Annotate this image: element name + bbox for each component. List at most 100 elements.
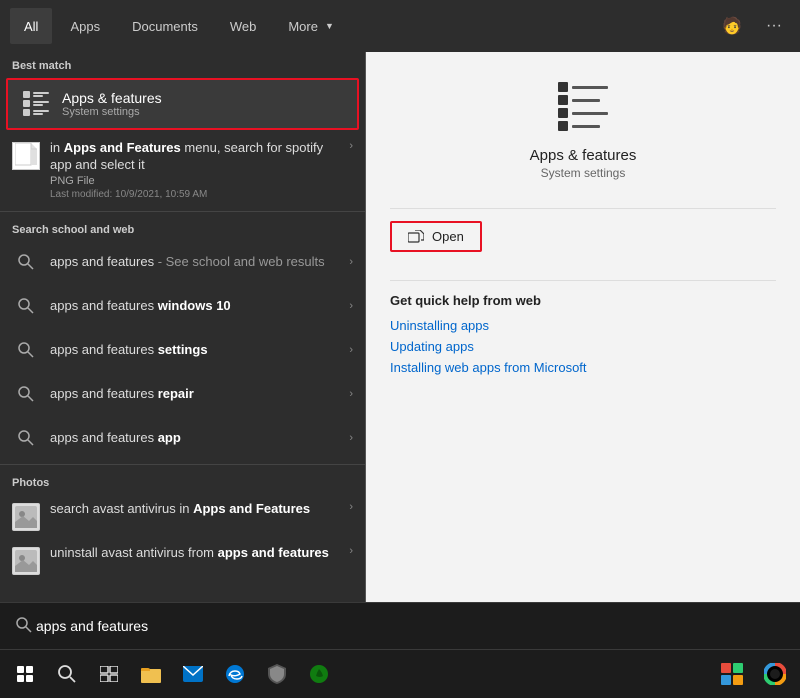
chevron-right-icon: › [349, 140, 353, 152]
best-match-item[interactable]: Apps & features System settings [6, 78, 359, 130]
best-match-label: Best match [0, 52, 365, 76]
file-result-text: in Apps and Features menu, search for sp… [50, 140, 345, 201]
file-type-label: PNG File [50, 174, 345, 188]
app-icon-preview [558, 82, 608, 131]
photos-result-1[interactable]: search avast antivirus in Apps and Featu… [0, 493, 365, 537]
main-content: Best match Apps [0, 52, 800, 602]
search-input[interactable] [36, 618, 326, 634]
app-preview-icon-area [390, 82, 776, 135]
icon-row-2 [558, 95, 608, 105]
photos-icon-1 [12, 503, 40, 531]
chevron-right-icon-7: › [349, 545, 353, 557]
win-sq-3 [17, 675, 24, 682]
quick-help-link-3[interactable]: Installing web apps from Microsoft [390, 360, 776, 375]
icon-sq-1 [558, 82, 568, 92]
search-result-2[interactable]: apps and features windows 10 › [0, 284, 365, 328]
search-result-icon-2 [12, 292, 40, 320]
open-label: Open [432, 229, 464, 244]
file-explorer-icon [141, 665, 161, 683]
icon-row-1 [558, 82, 608, 92]
photos-label: Photos [0, 469, 365, 493]
tabs-right-icons: 🧑 ··· [714, 12, 790, 40]
search-result-text-1: apps and features - See school and web r… [50, 254, 345, 271]
edge-icon [225, 664, 245, 684]
taskbar-row [0, 650, 800, 698]
right-panel-app-title: Apps & features [390, 147, 776, 164]
ellipsis-icon[interactable]: ··· [758, 13, 790, 39]
win-sq-2 [26, 666, 33, 673]
search-result-text-4: apps and features repair [50, 386, 345, 403]
win-sq-4 [26, 675, 33, 682]
taskbar-xbox[interactable] [298, 654, 340, 694]
search-result-1[interactable]: apps and features - See school and web r… [0, 240, 365, 284]
search-result-text-2: apps and features windows 10 [50, 298, 345, 315]
tab-all[interactable]: All [10, 8, 52, 44]
right-divider-2 [390, 280, 776, 281]
icon-sq-2 [558, 95, 568, 105]
task-view-icon [100, 666, 118, 682]
win-sq-1 [17, 666, 24, 673]
search-result-icon-4 [12, 380, 40, 408]
icon-line-4 [572, 125, 600, 128]
taskbar-antivirus[interactable] [256, 654, 298, 694]
photos-icon-2 [12, 547, 40, 575]
user-icon[interactable]: 🧑 [714, 12, 750, 40]
taskbar-search[interactable] [46, 654, 88, 694]
taskbar-search-icon [58, 665, 76, 683]
taskbar-color-app[interactable] [711, 654, 753, 694]
windows-start-button[interactable] [4, 654, 46, 694]
icon-line-2 [572, 99, 600, 102]
chevron-right-icon-1: › [349, 256, 353, 268]
right-panel: Apps & features System settings Open Get… [365, 52, 800, 602]
search-result-5[interactable]: apps and features app › [0, 416, 365, 460]
start-menu: All Apps Documents Web More ▼ 🧑 ··· Best… [0, 0, 800, 698]
tab-apps[interactable]: Apps [56, 8, 114, 44]
icon-row-4 [558, 121, 608, 131]
file-date: Last modified: 10/9/2021, 10:59 AM [50, 188, 345, 201]
divider-1 [0, 211, 365, 212]
search-result-3[interactable]: apps and features settings › [0, 328, 365, 372]
search-result-icon-1 [12, 248, 40, 276]
bottom-area [0, 602, 800, 698]
open-button[interactable]: Open [390, 221, 482, 252]
chevron-right-icon-2: › [349, 300, 353, 312]
png-file-icon [12, 142, 40, 170]
tab-web[interactable]: Web [216, 8, 271, 44]
color-squares-icon [721, 663, 743, 685]
apps-features-icon [20, 88, 52, 120]
search-bar-icon [12, 613, 36, 640]
best-match-text: Apps & features System settings [62, 90, 162, 118]
best-match-subtitle: System settings [62, 106, 162, 118]
search-result-4[interactable]: apps and features repair › [0, 372, 365, 416]
taskbar-right-icons [711, 654, 796, 694]
taskbar-edge[interactable] [214, 654, 256, 694]
search-result-icon-5 [12, 424, 40, 452]
chevron-right-icon-6: › [349, 501, 353, 513]
chevron-right-icon-4: › [349, 388, 353, 400]
quick-help-link-2[interactable]: Updating apps [390, 339, 776, 354]
quick-help-link-1[interactable]: Uninstalling apps [390, 318, 776, 333]
icon-row-3 [558, 108, 608, 118]
search-row [0, 602, 800, 650]
quick-help-title: Get quick help from web [390, 293, 776, 308]
tabs-bar: All Apps Documents Web More ▼ 🧑 ··· [0, 0, 800, 52]
icon-line-3 [572, 112, 608, 115]
left-panel: Best match Apps [0, 52, 365, 602]
taskbar-mail[interactable] [172, 654, 214, 694]
photos-result-text-1: search avast antivirus in Apps and Featu… [50, 501, 345, 518]
tab-documents[interactable]: Documents [118, 8, 212, 44]
chevron-right-icon-5: › [349, 432, 353, 444]
taskbar-file-explorer[interactable] [130, 654, 172, 694]
photos-result-text-2: uninstall avast antivirus from apps and … [50, 545, 345, 562]
search-result-icon-3 [12, 336, 40, 364]
taskbar-rainbow-app[interactable] [754, 654, 796, 694]
search-school-label: Search school and web [0, 216, 365, 240]
right-panel-app-subtitle: System settings [390, 166, 776, 180]
chevron-down-icon: ▼ [325, 21, 334, 31]
tab-more[interactable]: More ▼ [274, 8, 348, 44]
search-result-text-5: apps and features app [50, 430, 345, 447]
photos-result-2[interactable]: uninstall avast antivirus from apps and … [0, 537, 365, 581]
file-result-item[interactable]: in Apps and Features menu, search for sp… [0, 132, 365, 207]
rainbow-icon [764, 663, 786, 685]
taskbar-task-view[interactable] [88, 654, 130, 694]
